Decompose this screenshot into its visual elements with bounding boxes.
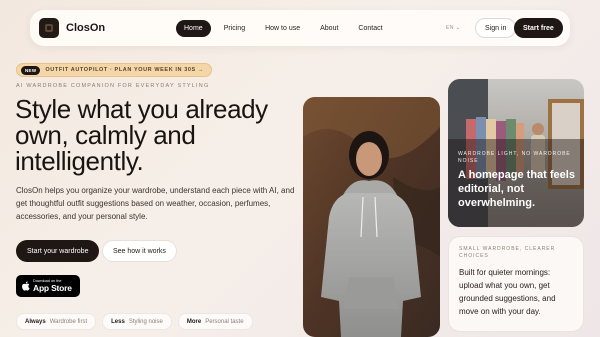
- nav-how-to-use[interactable]: How to use: [258, 21, 307, 36]
- hero-eyebrow: AI WARDROBE COMPANION FOR EVERYDAY STYLI…: [16, 83, 210, 89]
- hanger-icon: [45, 24, 53, 32]
- see-how-it-works-button[interactable]: See how it works: [102, 240, 177, 262]
- top-navbar: ClosOn Home Pricing How to use About Con…: [30, 10, 570, 46]
- nav-pricing[interactable]: Pricing: [217, 21, 252, 36]
- hero-headline: Style what you already own, calmly and i…: [15, 94, 268, 176]
- start-wardrobe-button[interactable]: Start your wardrobe: [16, 240, 100, 262]
- feature-chips: Always Wardrobe first Less Styling noise M…: [16, 313, 253, 330]
- nav-links: Home Pricing How to use About Contact: [176, 19, 396, 37]
- woman-in-hoodie-image: [303, 97, 440, 337]
- small-wardrobe-card: SMALL WARDROBE, CLEARER CHOICES Built fo…: [448, 236, 584, 332]
- announcement-text: OUTFIT AUTOPILOT · PLAN YOUR WEEK IN 30S…: [45, 67, 205, 73]
- chip-styling-noise: Less Styling noise: [102, 313, 172, 330]
- start-free-button[interactable]: Start free: [514, 18, 563, 38]
- new-badge: NEW: [21, 65, 41, 75]
- sign-in-button[interactable]: Sign in: [475, 18, 517, 38]
- brand-name[interactable]: ClosOn: [66, 22, 105, 34]
- app-store-big-label: App Store: [33, 282, 72, 293]
- nav-home[interactable]: Home: [176, 19, 211, 37]
- apple-icon: [22, 281, 30, 291]
- announcement-pill[interactable]: NEW OUTFIT AUTOPILOT · PLAN YOUR WEEK IN…: [16, 63, 213, 77]
- note-card-eyebrow: SMALL WARDROBE, CLEARER CHOICES: [459, 246, 556, 259]
- language-selector[interactable]: EN ⌄: [446, 25, 461, 31]
- store-card-title: A homepage that feels editorial, not ove…: [458, 169, 575, 209]
- nav-about[interactable]: About: [313, 21, 345, 36]
- store-card-eyebrow: WARDROBE LIGHT, NO WARDROBE NOISE: [458, 151, 571, 164]
- chip-wardrobe-first: Always Wardrobe first: [16, 313, 97, 330]
- note-card-body: Built for quieter mornings: upload what …: [459, 268, 556, 316]
- hero-model-photo: [303, 97, 440, 337]
- wardrobe-editorial-card: WARDROBE LIGHT, NO WARDROBE NOISE A home…: [448, 79, 584, 227]
- nav-contact[interactable]: Contact: [351, 21, 389, 36]
- app-store-badge[interactable]: Download on the App Store: [16, 275, 80, 297]
- chip-personal-taste: More Personal taste: [177, 313, 253, 330]
- hero-subcopy: ClosOn helps you organize your wardrobe,…: [16, 186, 295, 221]
- closon-logo-icon[interactable]: [39, 18, 59, 38]
